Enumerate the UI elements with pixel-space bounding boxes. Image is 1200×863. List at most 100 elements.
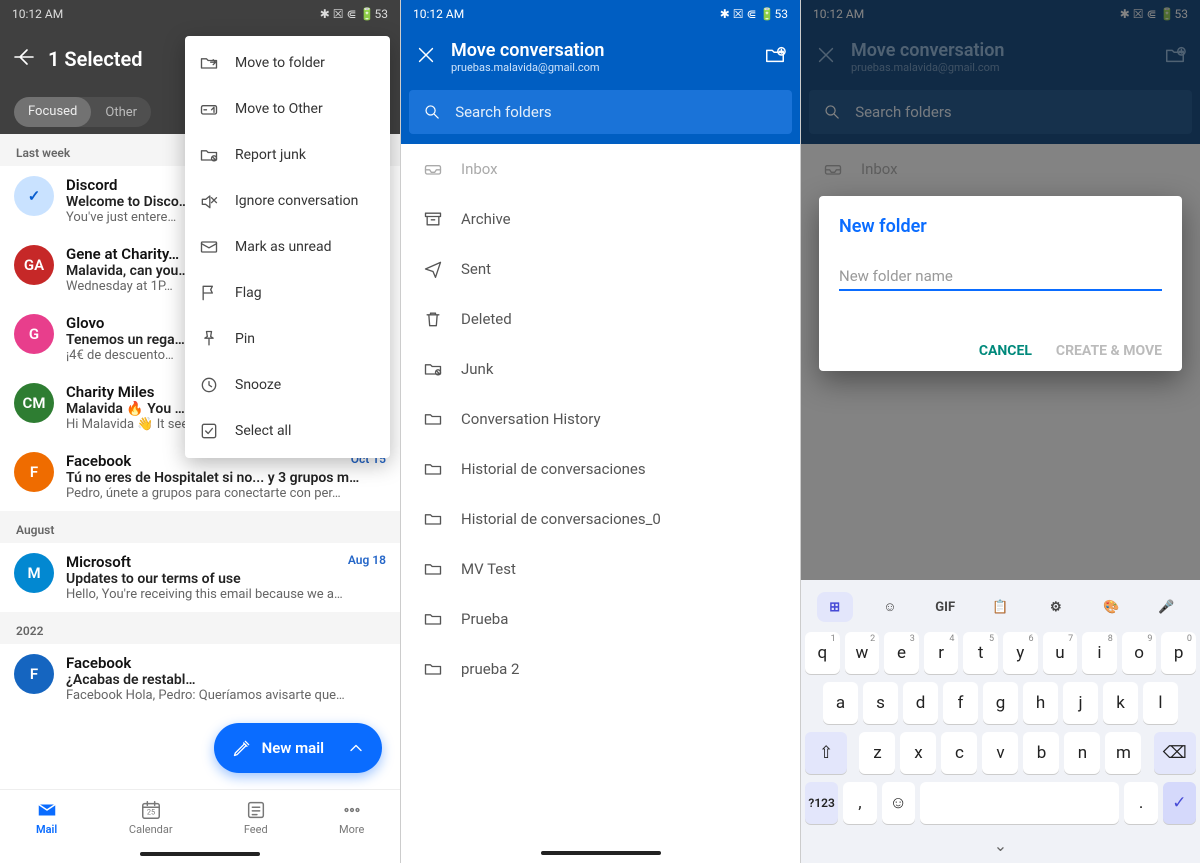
folder-inbox: Inbox — [401, 144, 800, 194]
key-q[interactable]: q1 — [805, 632, 840, 674]
clipboard-icon[interactable]: 📋 — [982, 592, 1018, 622]
folder-historial-de-conversaciones[interactable]: Historial de conversaciones — [401, 444, 800, 494]
phone-1-inbox-selected: 10:12 AM ✱ ☒ ⋐ 🔋53 1 Selected Focused Ot… — [0, 0, 400, 863]
avatar[interactable]: GA — [14, 245, 54, 285]
key-r[interactable]: r4 — [924, 632, 959, 674]
key-j[interactable]: j — [1063, 682, 1098, 724]
move-title: Move conversation — [451, 40, 750, 61]
folder-list[interactable]: InboxArchiveSentDeletedJunkConversation … — [401, 144, 800, 843]
menu-item-move-to-other[interactable]: Move to Other — [185, 86, 390, 132]
mail-item[interactable]: FFacebook¿Acabas de restabl…Facebook Hol… — [0, 644, 400, 713]
menu-item-mark-as-unread[interactable]: Mark as unread — [185, 224, 390, 270]
new-mail-fab[interactable]: New mail — [214, 723, 382, 773]
move-header: Move conversation pruebas.malavida@gmail… — [401, 28, 800, 86]
gear-icon[interactable]: ⚙ — [1038, 592, 1074, 622]
key-t[interactable]: t5 — [963, 632, 998, 674]
folder-prueba[interactable]: Prueba — [401, 594, 800, 644]
emoji-key[interactable]: ☺ — [882, 782, 915, 824]
section-2022: 2022 — [0, 612, 400, 644]
nav-feed[interactable]: Feed — [244, 799, 268, 836]
folder-sent[interactable]: Sent — [401, 244, 800, 294]
nav-more[interactable]: More — [339, 799, 364, 836]
shift-key[interactable]: ⇧ — [805, 732, 847, 774]
key-s[interactable]: s — [863, 682, 898, 724]
comma-key[interactable]: , — [843, 782, 876, 824]
avatar[interactable]: ✓ — [14, 176, 54, 216]
key-p[interactable]: p0 — [1161, 632, 1196, 674]
key-v[interactable]: v — [982, 732, 1018, 774]
folder-junk[interactable]: Junk — [401, 344, 800, 394]
menu-item-ignore-conversation[interactable]: Ignore conversation — [185, 178, 390, 224]
folder-historial-de-conversaciones-0[interactable]: Historial de conversaciones_0 — [401, 494, 800, 544]
context-menu: Move to folderMove to OtherReport junkIg… — [185, 36, 390, 458]
collapse-keyboard-icon[interactable]: ⌄ — [805, 832, 1196, 855]
gif-icon[interactable]: GIF — [927, 592, 963, 622]
nav-mail[interactable]: Mail — [36, 799, 58, 836]
folder-mv-test[interactable]: MV Test — [401, 544, 800, 594]
folder-prueba-2[interactable]: prueba 2 — [401, 644, 800, 694]
symbols-key[interactable]: ?123 — [805, 782, 838, 824]
key-n[interactable]: n — [1064, 732, 1100, 774]
avatar[interactable]: M — [14, 553, 54, 593]
mic-icon[interactable]: 🎤 — [1148, 592, 1184, 622]
palette-icon[interactable]: 🎨 — [1093, 592, 1129, 622]
back-icon[interactable] — [12, 45, 48, 73]
status-bar: 10:12 AM✱ ☒ ⋐ 🔋53 — [401, 0, 800, 28]
key-a[interactable]: a — [823, 682, 858, 724]
key-w[interactable]: w2 — [845, 632, 880, 674]
folder-conversation-history[interactable]: Conversation History — [401, 394, 800, 444]
key-c[interactable]: c — [941, 732, 977, 774]
menu-item-pin[interactable]: Pin — [185, 316, 390, 362]
key-d[interactable]: d — [903, 682, 938, 724]
folder-name-input[interactable] — [839, 263, 1162, 291]
status-bar: 10:12 AM ✱ ☒ ⋐ 🔋53 — [0, 0, 400, 28]
folder-deleted[interactable]: Deleted — [401, 294, 800, 344]
key-m[interactable]: m — [1105, 732, 1141, 774]
soft-keyboard[interactable]: ⊞ ☺ GIF 📋 ⚙ 🎨 🎤 q1w2e3r4t5y6u7i8o9p0 asd… — [801, 580, 1200, 863]
phone-3-new-folder-dialog: 10:12 AM✱ ☒ ⋐ 🔋53 Move conversation prue… — [800, 0, 1200, 863]
avatar[interactable]: F — [14, 452, 54, 492]
period-key[interactable]: . — [1124, 782, 1157, 824]
space-key[interactable] — [920, 782, 1120, 824]
cancel-button[interactable]: CANCEL — [979, 343, 1032, 359]
tab-other[interactable]: Other — [91, 105, 151, 120]
nav-calendar[interactable]: 25 Calendar — [129, 799, 173, 836]
avatar[interactable]: CM — [14, 383, 54, 423]
create-and-move-button[interactable]: CREATE & MOVE — [1056, 343, 1162, 359]
key-x[interactable]: x — [900, 732, 936, 774]
key-o[interactable]: o9 — [1122, 632, 1157, 674]
move-subtitle: pruebas.malavida@gmail.com — [451, 61, 750, 74]
sticker-icon[interactable]: ☺ — [872, 592, 908, 622]
menu-item-report-junk[interactable]: Report junk — [185, 132, 390, 178]
menu-item-move-to-folder[interactable]: Move to folder — [185, 40, 390, 86]
menu-item-flag[interactable]: Flag — [185, 270, 390, 316]
enter-key[interactable]: ✓ — [1163, 782, 1196, 824]
key-f[interactable]: f — [943, 682, 978, 724]
key-e[interactable]: e3 — [884, 632, 919, 674]
key-y[interactable]: y6 — [1003, 632, 1038, 674]
menu-item-snooze[interactable]: Snooze — [185, 362, 390, 408]
new-folder-icon[interactable] — [764, 44, 786, 70]
key-g[interactable]: g — [983, 682, 1018, 724]
phone-2-move-conversation: 10:12 AM✱ ☒ ⋐ 🔋53 Move conversation prue… — [400, 0, 800, 863]
key-k[interactable]: k — [1103, 682, 1138, 724]
backspace-key[interactable]: ⌫ — [1154, 732, 1196, 774]
key-b[interactable]: b — [1023, 732, 1059, 774]
chevron-up-icon[interactable] — [334, 726, 378, 770]
folder-archive[interactable]: Archive — [401, 194, 800, 244]
menu-item-select-all[interactable]: Select all — [185, 408, 390, 454]
key-u[interactable]: u7 — [1043, 632, 1078, 674]
avatar[interactable]: G — [14, 314, 54, 354]
close-icon[interactable] — [415, 44, 437, 70]
keyboard-grid-icon[interactable]: ⊞ — [817, 592, 853, 622]
search-icon — [423, 102, 441, 122]
new-folder-dialog: New folder CANCEL CREATE & MOVE — [819, 196, 1182, 371]
key-i[interactable]: i8 — [1082, 632, 1117, 674]
avatar[interactable]: F — [14, 654, 54, 694]
mail-item[interactable]: MMicrosoftAug 18Updates to our terms of … — [0, 543, 400, 612]
key-l[interactable]: l — [1143, 682, 1178, 724]
search-folders-input[interactable] — [409, 90, 792, 134]
key-z[interactable]: z — [859, 732, 895, 774]
key-h[interactable]: h — [1023, 682, 1058, 724]
tab-focused[interactable]: Focused — [14, 97, 91, 127]
